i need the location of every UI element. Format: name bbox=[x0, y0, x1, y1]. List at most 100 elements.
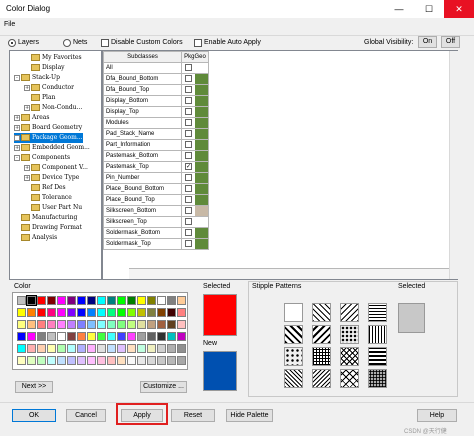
palette-swatch[interactable] bbox=[57, 356, 66, 365]
palette-swatch[interactable] bbox=[27, 356, 36, 365]
subclass-tab-strip[interactable] bbox=[129, 268, 449, 279]
subclass-checkbox[interactable] bbox=[185, 218, 192, 226]
palette-swatch[interactable] bbox=[57, 332, 66, 341]
subclass-row[interactable]: Pastemask_Top ✓ bbox=[103, 160, 209, 173]
palette-swatch[interactable] bbox=[107, 296, 116, 305]
palette-swatch[interactable] bbox=[37, 332, 46, 341]
subclass-color-swatch[interactable] bbox=[195, 84, 208, 95]
palette-swatch[interactable] bbox=[47, 308, 56, 317]
palette-swatch[interactable] bbox=[67, 308, 76, 317]
palette-swatch[interactable] bbox=[37, 296, 46, 305]
tree-item[interactable]: + Conductor bbox=[24, 83, 74, 93]
stipple-pattern[interactable] bbox=[312, 347, 331, 366]
stipple-pattern[interactable] bbox=[340, 303, 359, 322]
stipple-pattern[interactable] bbox=[368, 303, 387, 322]
hide-palette-button[interactable]: Hide Palette bbox=[226, 409, 273, 422]
subclass-checkbox[interactable] bbox=[185, 130, 192, 138]
palette-swatch[interactable] bbox=[137, 356, 146, 365]
palette-swatch[interactable] bbox=[107, 308, 116, 317]
subclass-checkbox[interactable] bbox=[185, 207, 192, 215]
nets-radio[interactable] bbox=[63, 39, 71, 47]
tree-item[interactable]: + Component V... bbox=[24, 163, 88, 173]
palette-swatch[interactable] bbox=[67, 356, 76, 365]
tree-item[interactable]: + Embedded Geom... bbox=[14, 143, 90, 153]
palette-swatch[interactable] bbox=[127, 308, 136, 317]
palette-swatch[interactable] bbox=[107, 320, 116, 329]
palette-swatch[interactable] bbox=[117, 320, 126, 329]
palette-swatch[interactable] bbox=[37, 356, 46, 365]
subclass-row[interactable]: Display_Bottom bbox=[103, 94, 209, 107]
palette-swatch[interactable] bbox=[77, 296, 86, 305]
palette-swatch[interactable] bbox=[77, 344, 86, 353]
subclass-row[interactable]: Modules bbox=[103, 116, 209, 129]
palette-swatch[interactable] bbox=[167, 332, 176, 341]
stipple-pattern[interactable] bbox=[340, 347, 359, 366]
palette-swatch[interactable] bbox=[67, 296, 76, 305]
palette-swatch[interactable] bbox=[117, 308, 126, 317]
stipple-pattern[interactable] bbox=[340, 369, 359, 388]
expander-icon[interactable]: + bbox=[24, 164, 30, 171]
expander-icon[interactable]: + bbox=[24, 174, 30, 181]
palette-swatch[interactable] bbox=[137, 308, 146, 317]
subclass-color-swatch[interactable] bbox=[195, 117, 208, 128]
subclass-checkbox[interactable] bbox=[185, 196, 192, 204]
stipple-pattern[interactable] bbox=[284, 369, 303, 388]
subclass-row[interactable]: Display_Top bbox=[103, 105, 209, 118]
palette-swatch[interactable] bbox=[26, 295, 37, 306]
palette-swatch[interactable] bbox=[57, 320, 66, 329]
reset-button[interactable]: Reset bbox=[171, 409, 215, 422]
tree-item[interactable]: + Non-Condu... bbox=[24, 103, 82, 113]
subclass-color-swatch[interactable] bbox=[195, 128, 208, 139]
palette-swatch[interactable] bbox=[37, 320, 46, 329]
palette-swatch[interactable] bbox=[77, 320, 86, 329]
palette-swatch[interactable] bbox=[117, 356, 126, 365]
palette-swatch[interactable] bbox=[147, 356, 156, 365]
palette-swatch[interactable] bbox=[87, 296, 96, 305]
palette-swatch[interactable] bbox=[137, 332, 146, 341]
palette-swatch[interactable] bbox=[147, 308, 156, 317]
palette-swatch[interactable] bbox=[57, 308, 66, 317]
palette-swatch[interactable] bbox=[167, 320, 176, 329]
palette-swatch[interactable] bbox=[157, 344, 166, 353]
tree-item[interactable]: + Board Geometry bbox=[14, 123, 82, 133]
palette-swatch[interactable] bbox=[17, 344, 26, 353]
subclass-row[interactable]: All bbox=[103, 61, 209, 74]
subclass-checkbox[interactable] bbox=[185, 185, 192, 193]
palette-swatch[interactable] bbox=[157, 356, 166, 365]
palette-swatch[interactable] bbox=[167, 308, 176, 317]
next-button[interactable]: Next >> bbox=[15, 381, 53, 393]
palette-swatch[interactable] bbox=[127, 344, 136, 353]
palette-swatch[interactable] bbox=[27, 320, 36, 329]
palette-swatch[interactable] bbox=[17, 320, 26, 329]
palette-swatch[interactable] bbox=[47, 356, 56, 365]
palette-swatch[interactable] bbox=[87, 308, 96, 317]
tree-item[interactable]: Drawing Format bbox=[14, 223, 82, 233]
palette-swatch[interactable] bbox=[67, 332, 76, 341]
expander-icon[interactable]: + bbox=[24, 104, 30, 111]
palette-swatch[interactable] bbox=[107, 356, 116, 365]
palette-swatch[interactable] bbox=[67, 344, 76, 353]
palette-swatch[interactable] bbox=[137, 296, 146, 305]
stipple-pattern[interactable] bbox=[284, 303, 303, 322]
palette-swatch[interactable] bbox=[17, 356, 26, 365]
subclass-row[interactable]: Place_Bound_Top bbox=[103, 193, 209, 206]
expander-icon[interactable]: + bbox=[14, 114, 20, 121]
subclass-row[interactable]: Pad_Stack_Name bbox=[103, 127, 209, 140]
palette-swatch[interactable] bbox=[157, 320, 166, 329]
subclass-color-swatch[interactable] bbox=[195, 161, 208, 172]
subclass-checkbox[interactable] bbox=[185, 119, 192, 127]
subclass-color-swatch[interactable] bbox=[195, 238, 208, 249]
expander-icon[interactable]: - bbox=[14, 154, 20, 161]
palette-swatch[interactable] bbox=[37, 308, 46, 317]
tree-item[interactable]: Plan bbox=[24, 93, 55, 103]
palette-swatch[interactable] bbox=[17, 308, 26, 317]
palette-swatch[interactable] bbox=[17, 296, 26, 305]
enable-auto-apply-checkbox[interactable] bbox=[194, 39, 202, 47]
tree-item[interactable]: User Part Nu bbox=[24, 203, 82, 213]
tree-item[interactable]: + Package Geom... bbox=[14, 133, 83, 143]
palette-swatch[interactable] bbox=[47, 344, 56, 353]
customize-button[interactable]: Customize ... bbox=[140, 381, 187, 393]
stipple-pattern[interactable] bbox=[284, 325, 303, 344]
palette-swatch[interactable] bbox=[127, 320, 136, 329]
palette-swatch[interactable] bbox=[117, 296, 126, 305]
